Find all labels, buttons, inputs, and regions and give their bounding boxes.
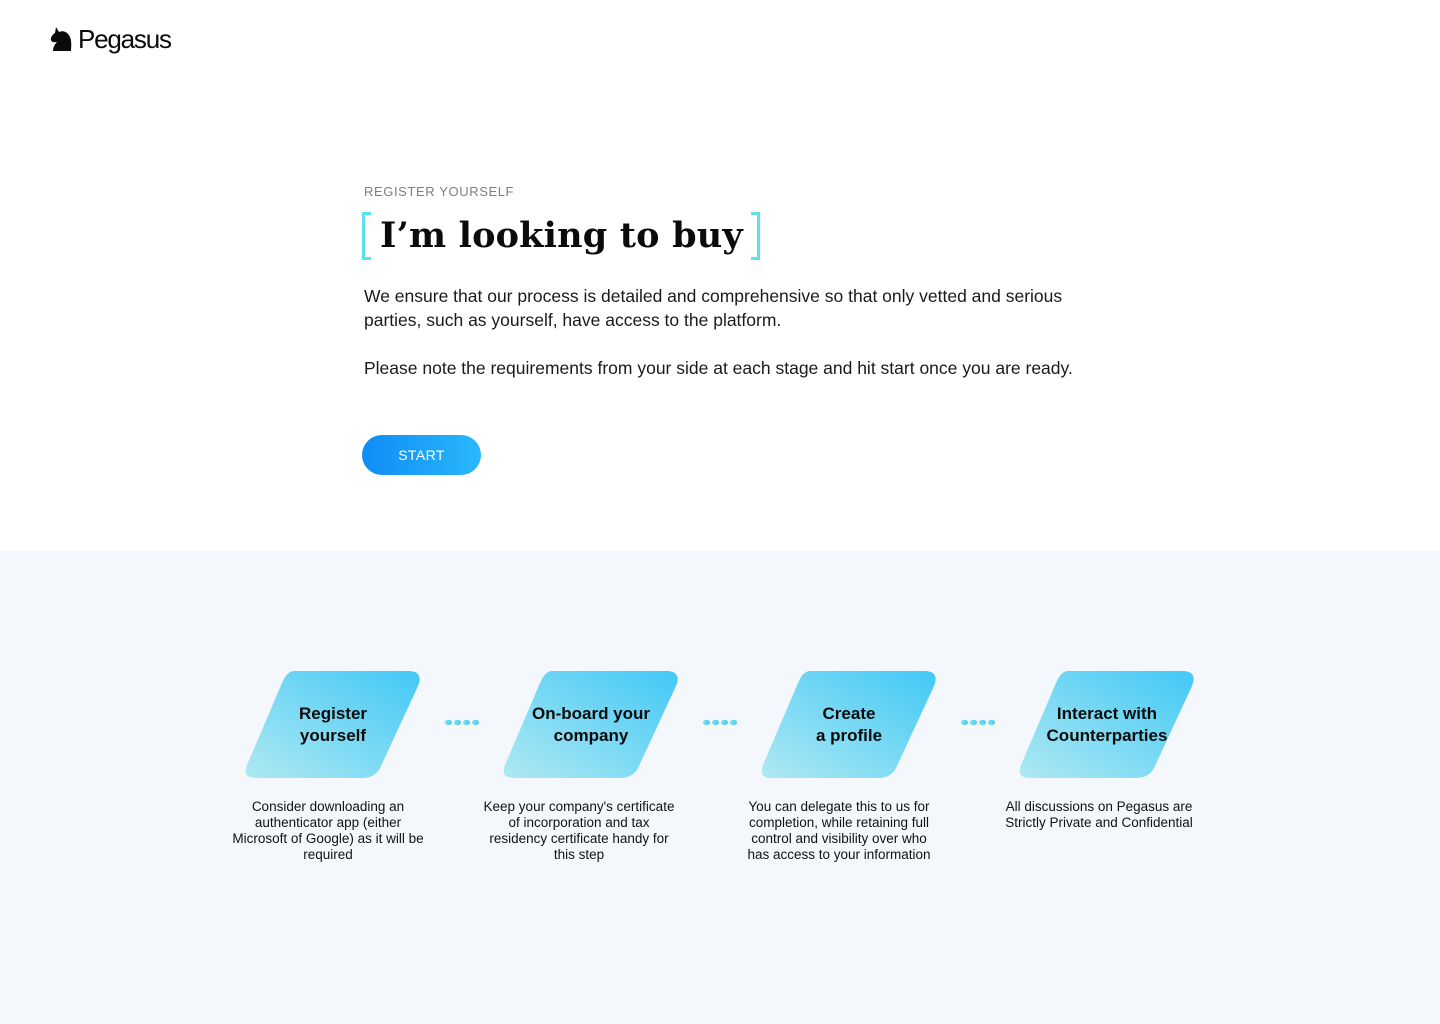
eyebrow-label: REGISTER YOURSELF — [364, 184, 515, 199]
dot — [979, 720, 986, 725]
dot — [970, 720, 977, 725]
step-description: Keep your company's certificate of incor… — [483, 799, 675, 862]
step-create-profile: Create a profile — [760, 671, 938, 778]
intro-paragraph-1: We ensure that our process is detailed a… — [364, 286, 1063, 330]
left-bracket-decoration — [362, 212, 371, 260]
dot — [988, 720, 995, 725]
intro-text: We ensure that our process is detailed a… — [364, 284, 1104, 380]
step-register: Register yourself — [244, 671, 422, 778]
dot — [730, 720, 737, 725]
page: Pegasus REGISTER YOURSELF I’m looking to… — [0, 0, 1440, 1024]
dot — [445, 720, 452, 725]
step-onboard: On-board your company — [502, 671, 680, 778]
pegasus-horse-icon — [50, 27, 72, 51]
logo[interactable]: Pegasus — [50, 24, 172, 54]
dot — [463, 720, 470, 725]
step-description: Consider downloading an authenticator ap… — [232, 799, 424, 862]
step-shape: Create a profile — [760, 671, 938, 778]
step-shape: On-board your company — [502, 671, 680, 778]
right-bracket-decoration — [750, 212, 760, 260]
connector-dots — [703, 720, 737, 725]
step-title: Register yourself — [298, 703, 368, 745]
intro-paragraph-2: Please note the requirements from your s… — [364, 358, 1073, 378]
dot — [721, 720, 728, 725]
dot — [454, 720, 461, 725]
step-description: All discussions on Pegasus are Strictly … — [1005, 799, 1193, 830]
step-description: You can delegate this to us for completi… — [747, 799, 931, 862]
step-shape: Register yourself — [244, 671, 422, 778]
start-button[interactable]: START — [362, 435, 481, 475]
step-title: On-board your company — [531, 703, 651, 745]
connector-dots — [445, 720, 479, 725]
dot — [712, 720, 719, 725]
step-title: Create a profile — [815, 703, 883, 745]
steps-section: Register yourself Consider downloading a… — [0, 551, 1440, 1024]
dot — [703, 720, 710, 725]
step-title: Interact with Counterparties — [1046, 703, 1168, 745]
step-shape: Interact with Counterparties — [1018, 671, 1196, 778]
page-title: I’m looking to buy — [380, 215, 743, 256]
brand-name: Pegasus — [78, 24, 172, 54]
dot — [472, 720, 479, 725]
connector-dots — [961, 720, 995, 725]
dot — [961, 720, 968, 725]
page-title-block: I’m looking to buy — [362, 210, 760, 262]
step-interact: Interact with Counterparties — [1018, 671, 1196, 778]
